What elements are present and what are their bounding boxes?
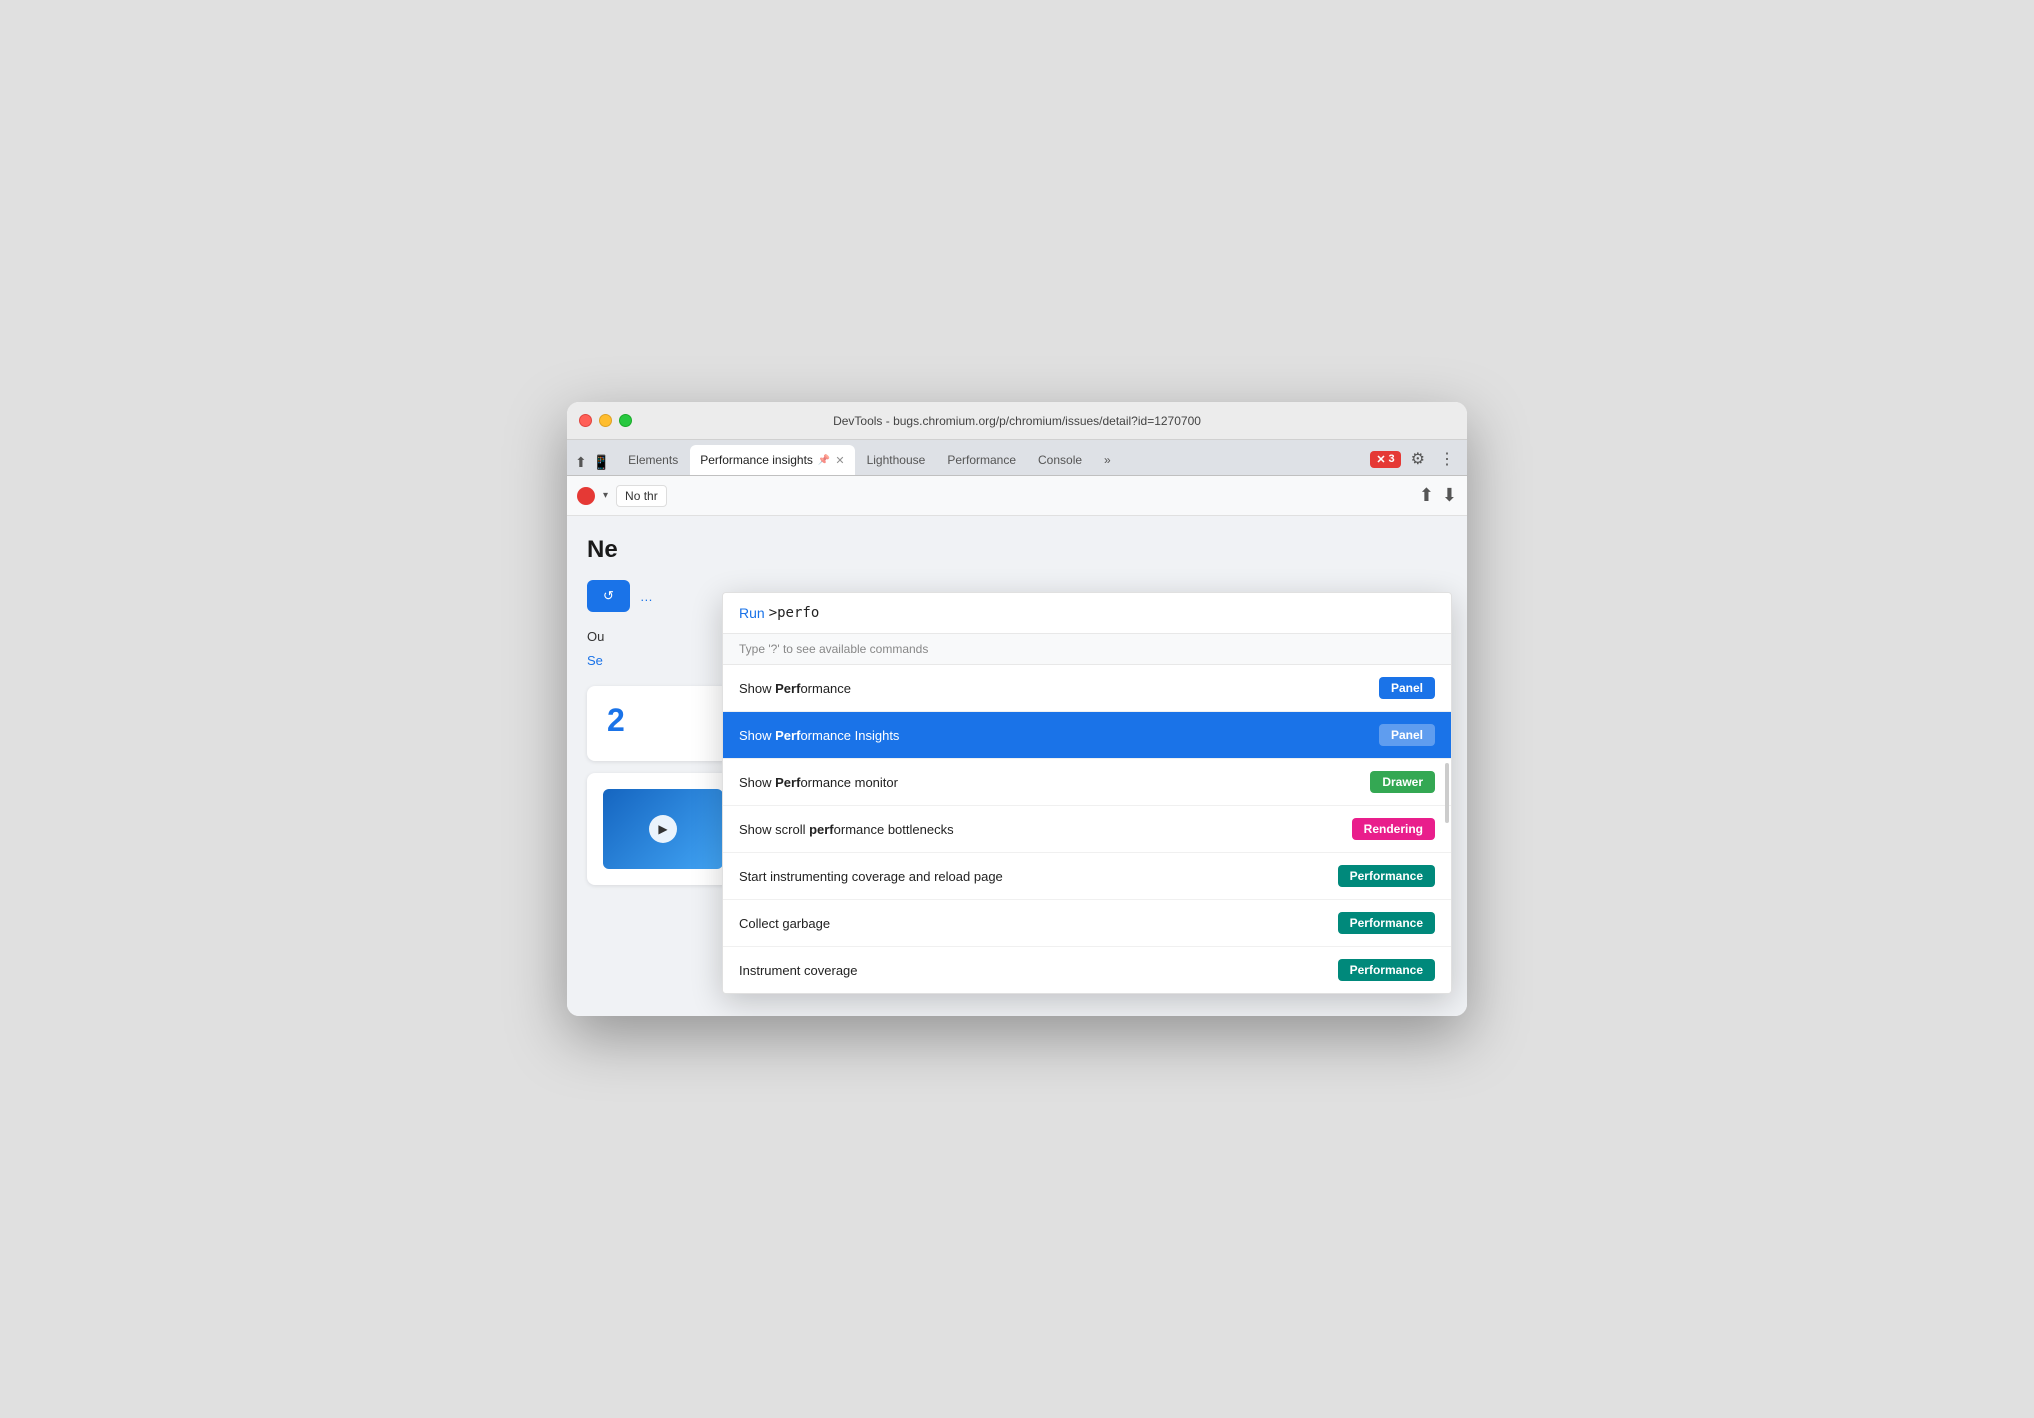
command-item-show-performance-monitor[interactable]: Show Performance monitor Drawer bbox=[723, 759, 1451, 806]
more-options-icon[interactable]: ⋮ bbox=[1435, 447, 1459, 471]
command-item-label-garbage: Collect garbage bbox=[739, 916, 830, 931]
minimize-button[interactable] bbox=[599, 414, 612, 427]
tab-bar-right: ✕ 3 ⚙ ⋮ bbox=[1370, 447, 1459, 475]
command-badge-drawer: Drawer bbox=[1370, 771, 1435, 793]
command-item-label: Show Performance bbox=[739, 681, 851, 696]
tab-performance-insights[interactable]: Performance insights 📌 ✕ bbox=[690, 445, 854, 475]
error-count: 3 bbox=[1389, 453, 1395, 465]
command-palette: Run >perfo Type '?' to see available com… bbox=[722, 592, 1452, 994]
refresh-icon: ↺ bbox=[603, 588, 614, 604]
section-link-se[interactable]: Se bbox=[587, 653, 603, 668]
device-icon[interactable]: 📱 bbox=[593, 454, 610, 471]
page-title: Ne bbox=[587, 536, 1447, 564]
pin-icon: 📌 bbox=[818, 455, 830, 466]
settings-icon[interactable]: ⚙ bbox=[1407, 447, 1429, 471]
section-text-ou: Ou bbox=[587, 629, 604, 644]
title-bar: DevTools - bugs.chromium.org/p/chromium/… bbox=[567, 402, 1467, 440]
command-badge-rendering: Rendering bbox=[1352, 818, 1435, 840]
tab-lighthouse-label: Lighthouse bbox=[867, 453, 926, 467]
command-item-instrument-only[interactable]: Instrument coverage Performance bbox=[723, 947, 1451, 993]
throttle-selector[interactable]: No thr bbox=[616, 485, 667, 507]
command-badge-panel: Panel bbox=[1379, 677, 1435, 699]
window-title: DevTools - bugs.chromium.org/p/chromium/… bbox=[833, 414, 1201, 428]
tab-close-icon[interactable]: ✕ bbox=[835, 454, 844, 467]
record-dropdown-icon[interactable]: ▾ bbox=[603, 490, 608, 501]
command-badge-performance-3: Performance bbox=[1338, 959, 1435, 981]
tab-console-label: Console bbox=[1038, 453, 1082, 467]
command-badge-performance-1: Performance bbox=[1338, 865, 1435, 887]
more-tabs-label: » bbox=[1104, 453, 1111, 467]
record-button[interactable] bbox=[577, 487, 595, 505]
traffic-lights bbox=[579, 414, 632, 427]
tab-performance-insights-label: Performance insights bbox=[700, 453, 813, 467]
dots-menu[interactable]: … bbox=[640, 589, 653, 604]
tab-elements-label: Elements bbox=[628, 453, 678, 467]
cursor-icon[interactable]: ⬆ bbox=[575, 454, 587, 471]
run-label: Run bbox=[739, 605, 765, 621]
tab-lighthouse[interactable]: Lighthouse bbox=[857, 445, 936, 475]
command-item-scroll-bottlenecks[interactable]: Show scroll performance bottlenecks Rend… bbox=[723, 806, 1451, 853]
command-item-label-insights: Show Performance Insights bbox=[739, 728, 899, 743]
close-button[interactable] bbox=[579, 414, 592, 427]
command-item-collect-garbage[interactable]: Collect garbage Performance bbox=[723, 900, 1451, 947]
error-badge[interactable]: ✕ 3 bbox=[1370, 451, 1400, 468]
tab-performance[interactable]: Performance bbox=[937, 445, 1026, 475]
toolbar: ▾ No thr ⬆ ⬇ bbox=[567, 476, 1467, 516]
command-item-label-instrument: Instrument coverage bbox=[739, 963, 858, 978]
scrollbar[interactable] bbox=[1445, 763, 1449, 823]
command-item-instrument-coverage[interactable]: Start instrumenting coverage and reload … bbox=[723, 853, 1451, 900]
command-item-show-performance[interactable]: Show Performance Panel bbox=[723, 665, 1451, 712]
main-content: Ne ↺ … Ou Se 2 ▶ Video and documentation bbox=[567, 516, 1467, 1016]
command-item-label-coverage: Start instrumenting coverage and reload … bbox=[739, 869, 1003, 884]
video-thumbnail: ▶ bbox=[603, 789, 723, 869]
command-hint: Type '?' to see available commands bbox=[723, 634, 1451, 665]
command-item-label-scroll: Show scroll performance bottlenecks bbox=[739, 822, 954, 837]
play-button[interactable]: ▶ bbox=[649, 815, 677, 843]
tab-performance-label: Performance bbox=[947, 453, 1016, 467]
command-badge-performance-2: Performance bbox=[1338, 912, 1435, 934]
start-profiling-button[interactable]: ↺ bbox=[587, 580, 630, 612]
devtools-window: DevTools - bugs.chromium.org/p/chromium/… bbox=[567, 402, 1467, 1016]
tab-bar: ⬆ 📱 Elements Performance insights 📌 ✕ Li… bbox=[567, 440, 1467, 476]
command-item-label-monitor: Show Performance monitor bbox=[739, 775, 898, 790]
command-input[interactable]: >perfo bbox=[769, 605, 820, 621]
tab-elements[interactable]: Elements bbox=[618, 445, 688, 475]
tab-console[interactable]: Console bbox=[1028, 445, 1092, 475]
maximize-button[interactable] bbox=[619, 414, 632, 427]
command-list: Show Performance Panel Show Performance … bbox=[723, 665, 1451, 993]
command-input-row: Run >perfo bbox=[723, 593, 1451, 634]
upload-button[interactable]: ⬆ bbox=[1419, 485, 1434, 506]
command-badge-panel-selected: Panel bbox=[1379, 724, 1435, 746]
error-icon: ✕ bbox=[1376, 453, 1385, 466]
download-button[interactable]: ⬇ bbox=[1442, 485, 1457, 506]
tab-more[interactable]: » bbox=[1094, 445, 1121, 475]
command-item-show-performance-insights[interactable]: Show Performance Insights Panel bbox=[723, 712, 1451, 759]
